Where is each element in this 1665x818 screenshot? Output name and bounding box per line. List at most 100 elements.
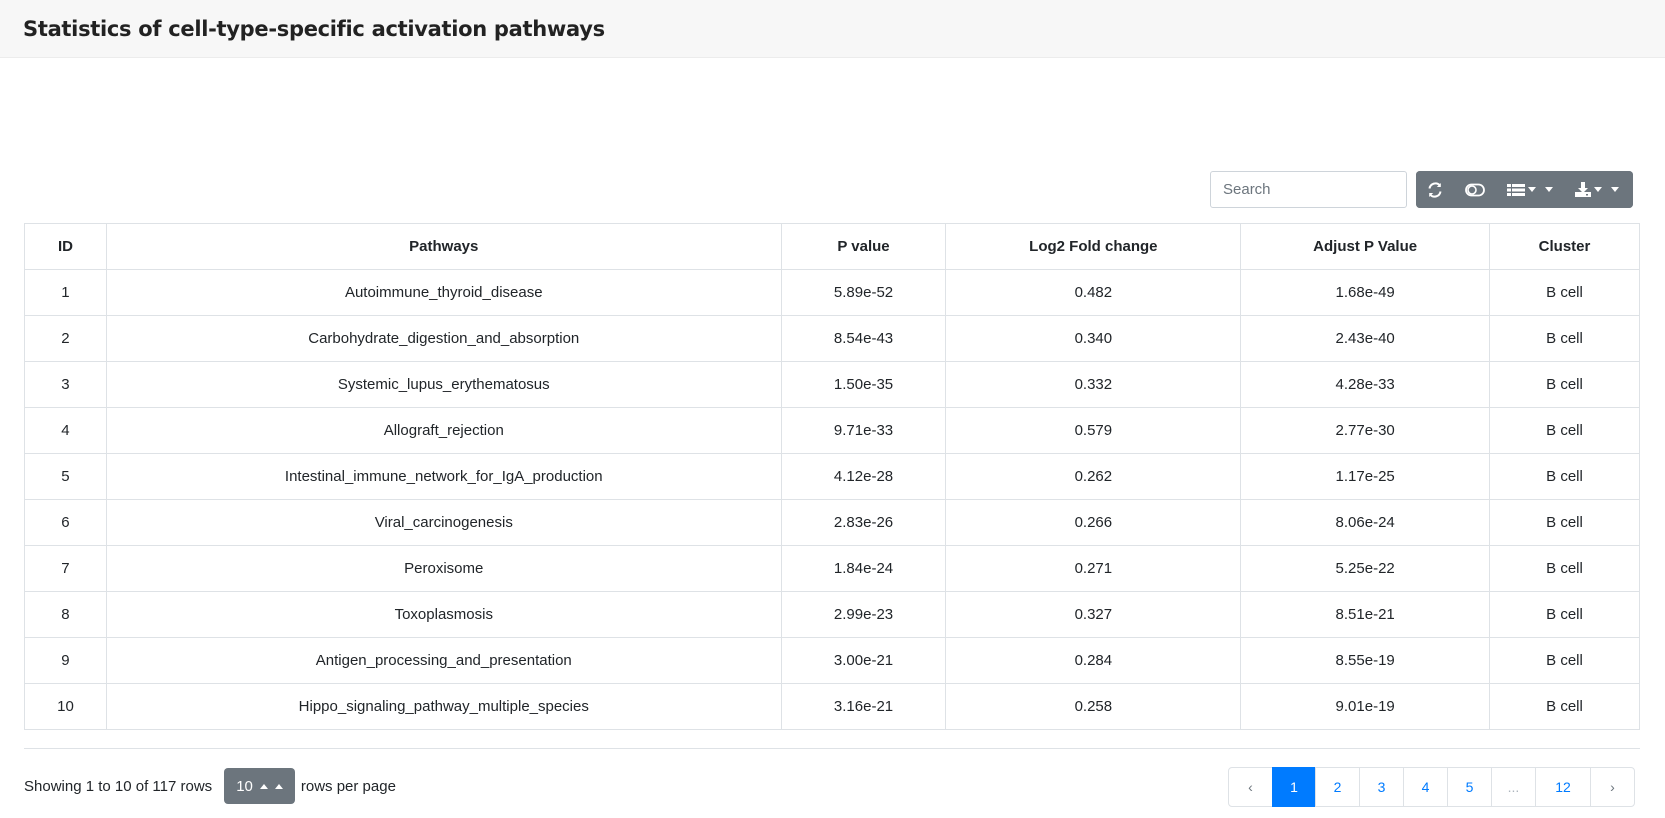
- cell-adjust-p-value: 5.25e-22: [1240, 545, 1491, 592]
- showing-rows-text: Showing 1 to 10 of 117 rows: [24, 777, 213, 795]
- cell-adjust-p-value: 1.17e-25: [1240, 453, 1491, 500]
- table-header-row: ID Pathways P value Log2 Fold change Adj…: [24, 223, 1640, 270]
- page-4-button[interactable]: 4: [1403, 767, 1448, 807]
- caret-up-icon: [259, 783, 268, 789]
- cell-cluster: B cell: [1489, 453, 1640, 500]
- toggle-icon: [1465, 183, 1485, 197]
- columns-icon: [1507, 183, 1525, 197]
- cell-log2-fold-change: 0.262: [945, 453, 1242, 500]
- cell-adjust-p-value: 8.06e-24: [1240, 499, 1491, 546]
- cell-adjust-p-value: 9.01e-19: [1240, 683, 1491, 730]
- column-header-pathways[interactable]: Pathways: [105, 223, 782, 270]
- page-1-button[interactable]: 1: [1272, 767, 1316, 807]
- cell-log2-fold-change: 0.258: [945, 683, 1242, 730]
- column-header-cluster[interactable]: Cluster: [1489, 223, 1640, 270]
- cell-log2-fold-change: 0.340: [945, 315, 1242, 362]
- pathways-table: ID Pathways P value Log2 Fold change Adj…: [24, 223, 1640, 730]
- cell-adjust-p-value: 2.43e-40: [1240, 315, 1491, 362]
- table-row: 5 Intestinal_immune_network_for_IgA_prod…: [24, 453, 1640, 500]
- cell-id: 6: [24, 499, 107, 546]
- table-toolbar: [1210, 171, 1633, 208]
- chevron-down-icon: [1545, 187, 1553, 192]
- cell-p-value: 5.89e-52: [780, 269, 947, 316]
- toggle-view-button[interactable]: [1454, 171, 1496, 208]
- cell-id: 2: [24, 315, 107, 362]
- cell-pathway: Systemic_lupus_erythematosus: [105, 361, 782, 408]
- cell-p-value: 2.83e-26: [780, 499, 947, 546]
- divider: [24, 748, 1640, 749]
- cell-p-value: 3.16e-21: [780, 683, 947, 730]
- cell-log2-fold-change: 0.271: [945, 545, 1242, 592]
- cell-pathway: Toxoplasmosis: [105, 591, 782, 638]
- cell-p-value: 1.50e-35: [780, 361, 947, 408]
- cell-id: 8: [24, 591, 107, 638]
- cell-cluster: B cell: [1489, 499, 1640, 546]
- caret-up-icon: [274, 783, 283, 789]
- page-prev-button[interactable]: ‹: [1228, 767, 1273, 807]
- cell-pathway: Intestinal_immune_network_for_IgA_produc…: [105, 453, 782, 500]
- column-header-id[interactable]: ID: [24, 223, 107, 270]
- rows-per-page-value: 10: [236, 777, 253, 795]
- cell-p-value: 8.54e-43: [780, 315, 947, 362]
- table-row: 10 Hippo_signaling_pathway_multiple_spec…: [24, 683, 1640, 730]
- cell-pathway: Hippo_signaling_pathway_multiple_species: [105, 683, 782, 730]
- columns-button[interactable]: [1496, 171, 1564, 208]
- export-icon: [1575, 182, 1591, 197]
- refresh-button[interactable]: [1416, 171, 1454, 208]
- table-row: 8 Toxoplasmosis 2.99e-23 0.327 8.51e-21 …: [24, 591, 1640, 638]
- cell-log2-fold-change: 0.266: [945, 499, 1242, 546]
- cell-id: 5: [24, 453, 107, 500]
- page-next-button[interactable]: ›: [1590, 767, 1635, 807]
- page-12-button[interactable]: 12: [1535, 767, 1591, 807]
- cell-adjust-p-value: 4.28e-33: [1240, 361, 1491, 408]
- chevron-down-icon: [1528, 187, 1536, 192]
- page-5-button[interactable]: 5: [1447, 767, 1492, 807]
- chevron-down-icon: [1611, 187, 1619, 192]
- rows-per-page-dropdown[interactable]: 10: [224, 768, 295, 804]
- page-ellipsis: ...: [1491, 767, 1536, 807]
- export-button[interactable]: [1564, 171, 1633, 208]
- cell-cluster: B cell: [1489, 407, 1640, 454]
- page-3-button[interactable]: 3: [1359, 767, 1404, 807]
- cell-log2-fold-change: 0.332: [945, 361, 1242, 408]
- cell-p-value: 9.71e-33: [780, 407, 947, 454]
- cell-adjust-p-value: 8.51e-21: [1240, 591, 1491, 638]
- cell-p-value: 2.99e-23: [780, 591, 947, 638]
- cell-adjust-p-value: 8.55e-19: [1240, 637, 1491, 684]
- cell-cluster: B cell: [1489, 315, 1640, 362]
- pagination: ‹ 1 2 3 4 5 ... 12 ›: [1228, 767, 1635, 807]
- table-row: 3 Systemic_lupus_erythematosus 1.50e-35 …: [24, 361, 1640, 408]
- cell-adjust-p-value: 2.77e-30: [1240, 407, 1491, 454]
- page-2-button[interactable]: 2: [1315, 767, 1360, 807]
- cell-cluster: B cell: [1489, 591, 1640, 638]
- cell-pathway: Antigen_processing_and_presentation: [105, 637, 782, 684]
- search-input[interactable]: [1210, 171, 1407, 208]
- cell-p-value: 3.00e-21: [780, 637, 947, 684]
- rows-per-page-label: rows per page: [300, 777, 396, 795]
- column-header-log2-fold-change[interactable]: Log2 Fold change: [945, 223, 1242, 270]
- card-header: Statistics of cell-type-specific activat…: [0, 0, 1665, 58]
- cell-cluster: B cell: [1489, 269, 1640, 316]
- chevron-down-icon: [1594, 187, 1602, 192]
- table-row: 1 Autoimmune_thyroid_disease 5.89e-52 0.…: [24, 269, 1640, 316]
- cell-id: 7: [24, 545, 107, 592]
- table-row: 6 Viral_carcinogenesis 2.83e-26 0.266 8.…: [24, 499, 1640, 546]
- cell-log2-fold-change: 0.579: [945, 407, 1242, 454]
- refresh-icon: [1427, 181, 1443, 198]
- table-row: 4 Allograft_rejection 9.71e-33 0.579 2.7…: [24, 407, 1640, 454]
- cell-pathway: Carbohydrate_digestion_and_absorption: [105, 315, 782, 362]
- cell-pathway: Peroxisome: [105, 545, 782, 592]
- pagination-info: Showing 1 to 10 of 117 rows 10 rows per …: [24, 768, 396, 804]
- column-header-p-value[interactable]: P value: [780, 223, 947, 270]
- column-header-adjust-p-value[interactable]: Adjust P Value: [1240, 223, 1491, 270]
- cell-log2-fold-change: 0.284: [945, 637, 1242, 684]
- cell-cluster: B cell: [1489, 637, 1640, 684]
- cell-pathway: Viral_carcinogenesis: [105, 499, 782, 546]
- cell-log2-fold-change: 0.327: [945, 591, 1242, 638]
- cell-id: 9: [24, 637, 107, 684]
- cell-cluster: B cell: [1489, 683, 1640, 730]
- toolbar-button-group: [1416, 171, 1633, 208]
- cell-p-value: 1.84e-24: [780, 545, 947, 592]
- cell-id: 1: [24, 269, 107, 316]
- cell-id: 3: [24, 361, 107, 408]
